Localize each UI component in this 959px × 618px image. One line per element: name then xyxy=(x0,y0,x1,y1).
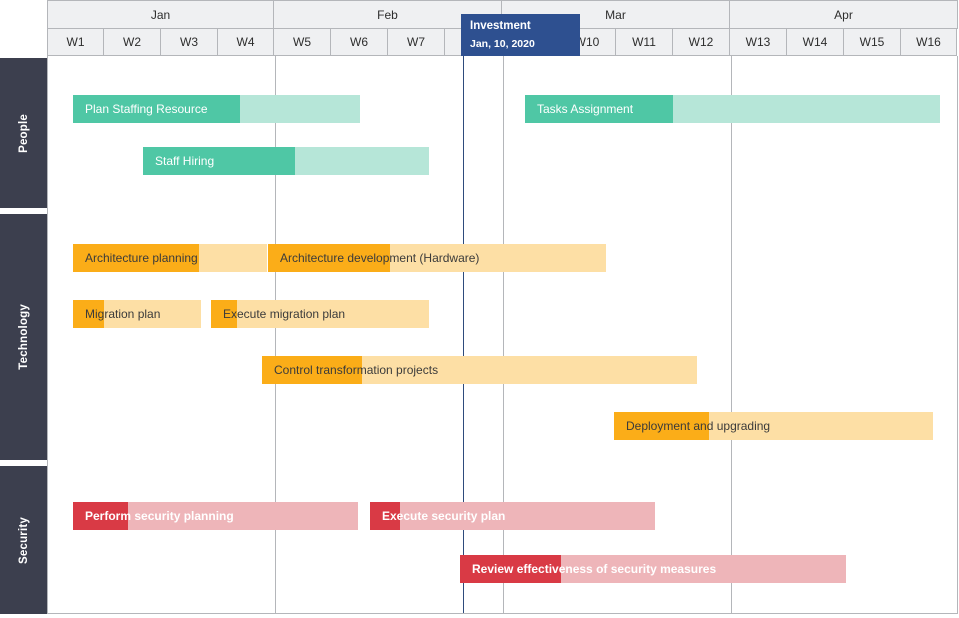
week-label: W2 xyxy=(123,35,141,49)
swimlane-label-technology[interactable]: Technology xyxy=(0,214,47,460)
task-bar-execute-security-plan[interactable]: Execute security plan xyxy=(370,502,655,530)
task-bar-migration-plan[interactable]: Migration plan xyxy=(73,300,201,328)
task-label: Staff Hiring xyxy=(155,154,215,168)
month-cell-jan[interactable]: Jan xyxy=(47,0,274,29)
week-cell-w14[interactable]: W14 xyxy=(787,29,844,56)
week-cell-w1[interactable]: W1 xyxy=(47,29,104,56)
gantt-chart: Jan Feb Mar Apr W1 W2 W3 W4 W5 W6 W7 W8 … xyxy=(0,0,959,618)
week-cell-w5[interactable]: W5 xyxy=(274,29,331,56)
week-label: W11 xyxy=(632,35,656,49)
swimlane-label-people[interactable]: People xyxy=(0,58,47,208)
task-label: Migration plan xyxy=(85,307,161,321)
month-cell-apr[interactable]: Apr xyxy=(730,0,958,29)
week-label: W12 xyxy=(688,35,714,49)
task-label: Plan Staffing Resource xyxy=(85,102,208,116)
task-label: Execute migration plan xyxy=(223,307,346,321)
task-label: Architecture development (Hardware) xyxy=(280,251,480,265)
week-label: W13 xyxy=(745,35,771,49)
task-bar-tasks-assignment[interactable]: Tasks Assignment xyxy=(525,95,940,123)
week-label: W16 xyxy=(916,35,941,49)
task-bar-review-effectiveness-of-security-measures[interactable]: Review effectiveness of security measure… xyxy=(460,555,846,583)
task-bar-plan-staffing-resource[interactable]: Plan Staffing Resource xyxy=(73,95,360,123)
gridline-mar-apr xyxy=(731,56,732,613)
task-label: Architecture planning xyxy=(85,251,198,265)
week-cell-w15[interactable]: W15 xyxy=(844,29,901,56)
task-bar-deployment-and-upgrading[interactable]: Deployment and upgrading xyxy=(614,412,933,440)
task-bar-architecture-planning[interactable]: Architecture planning xyxy=(73,244,267,272)
week-cell-w3[interactable]: W3 xyxy=(161,29,218,56)
week-label: W4 xyxy=(236,35,255,49)
task-label: Control transformation projects xyxy=(274,363,439,377)
week-cell-w13[interactable]: W13 xyxy=(730,29,787,56)
milestone-date: Jan, 10, 2020 xyxy=(470,38,535,50)
milestone-investment-tooltip[interactable]: Investment Jan, 10, 2020 xyxy=(461,14,580,56)
month-label: Mar xyxy=(605,7,626,22)
month-label: Jan xyxy=(150,7,171,22)
task-label: Perform security planning xyxy=(85,509,234,523)
week-cell-w7[interactable]: W7 xyxy=(388,29,445,56)
week-label: W7 xyxy=(407,35,425,49)
week-cell-w2[interactable]: W2 xyxy=(104,29,161,56)
task-bar-perform-security-planning[interactable]: Perform security planning xyxy=(73,502,358,530)
swimlane-label-text: Technology xyxy=(17,304,30,370)
week-cell-w4[interactable]: W4 xyxy=(218,29,274,56)
month-label: Apr xyxy=(834,7,853,22)
swimlane-label-text: People xyxy=(17,113,30,153)
week-label: W5 xyxy=(293,35,311,49)
week-cell-w11[interactable]: W11 xyxy=(616,29,673,56)
task-label: Tasks Assignment xyxy=(537,102,634,116)
week-cell-w12[interactable]: W12 xyxy=(673,29,730,56)
task-bar-control-transformation-projects[interactable]: Control transformation projects xyxy=(262,356,697,384)
month-label: Feb xyxy=(377,7,398,22)
week-label: W14 xyxy=(802,35,828,49)
task-label: Execute security plan xyxy=(382,509,506,523)
week-cell-w6[interactable]: W6 xyxy=(331,29,388,56)
task-bar-staff-hiring[interactable]: Staff Hiring xyxy=(143,147,429,175)
task-bar-execute-migration-plan[interactable]: Execute migration plan xyxy=(211,300,429,328)
task-label: Review effectiveness of security measure… xyxy=(472,562,717,576)
swimlane-label-security[interactable]: Security xyxy=(0,466,47,614)
milestone-title: Investment xyxy=(470,20,531,32)
task-label: Deployment and upgrading xyxy=(626,419,771,433)
task-bar-architecture-development-hardware[interactable]: Architecture development (Hardware) xyxy=(268,244,606,272)
week-cell-w16[interactable]: W16 xyxy=(901,29,957,56)
swimlane-label-text: Security xyxy=(17,516,30,564)
week-label: W6 xyxy=(350,35,368,49)
week-label: W15 xyxy=(859,35,885,49)
week-label: W1 xyxy=(66,35,85,49)
week-label: W3 xyxy=(180,35,198,49)
chart-body: Plan Staffing Resource Staff Hiring Task… xyxy=(47,56,958,614)
